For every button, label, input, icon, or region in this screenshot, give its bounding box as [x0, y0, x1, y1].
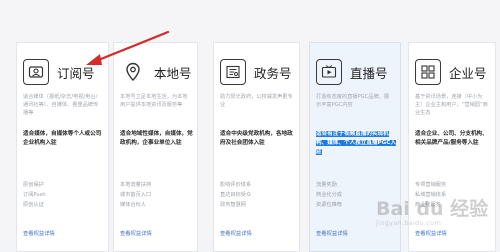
tv-play-icon — [316, 59, 342, 85]
baidu-watermark: Bai du 经验 jingyan.baidu.com — [376, 194, 488, 227]
card-local[interactable]: 本地号 本地号立足本地生活，为本地用户提供本地资讯及服务等 适合地域性媒体，自媒… — [113, 42, 198, 252]
card-title: 企业号 — [449, 65, 487, 81]
feature-item: 本地流量扶持 — [120, 182, 152, 188]
feature-item: 直达目标受众 — [220, 192, 252, 198]
card-header: 直播号 — [316, 57, 388, 87]
feature-item: 城市首页入口 — [120, 192, 152, 198]
card-feature-list: 影响评价体系 直达目标受众 政务智慧网 — [220, 180, 293, 210]
feature-item: 原创认证 — [23, 202, 44, 208]
view-benefits-link[interactable]: 查看权益详情 — [23, 229, 55, 237]
view-benefits-link[interactable]: 查看权益详情 — [316, 229, 348, 237]
card-title: 直播号 — [350, 65, 388, 81]
grid-apps-icon — [415, 59, 441, 85]
card-header: 订阅号 — [23, 57, 95, 87]
card-suitable-text: 适合中央级党政机构，各地政府及社会团体入驻 — [220, 131, 293, 146]
card-suitable-text: 适合有注于视频直播的实现机构、媒体、个人独立直播PGC入驻 — [316, 130, 396, 157]
watermark-brand: Bai du 经验 — [376, 198, 489, 220]
feature-item: 政务智慧网 — [220, 202, 246, 208]
feature-item: 流量奖励 — [316, 182, 337, 188]
feature-item: 媒体合伙人 — [120, 202, 146, 208]
card-header: 本地号 — [120, 57, 192, 87]
card-title: 本地号 — [154, 65, 192, 81]
card-description: 助力阳光政府，公权威发声更专业 — [220, 94, 293, 108]
card-description: 打造有态度的直播PGC品牌，展示丰富PGC内容 — [316, 94, 390, 108]
account-type-selection: 订阅号 适合媒体（报纸/杂志/电视/电台/通讯社等）、自媒体、看重品牌传播等 适… — [0, 0, 500, 252]
location-pin-icon — [120, 59, 146, 85]
government-doc-icon — [220, 59, 246, 85]
view-benefits-link[interactable]: 查看权益详情 — [120, 229, 152, 237]
feature-item: 原创保护 — [23, 182, 44, 188]
card-subscription[interactable]: 订阅号 适合媒体（报纸/杂志/电视/电台/通讯社等）、自媒体、看重品牌传播等 适… — [16, 42, 109, 252]
card-header: 政务号 — [220, 57, 292, 87]
highlighted-selection: 适合有注于视频直播的实现机构、媒体、个人独立直播PGC入驻 — [316, 131, 396, 155]
card-title: 订阅号 — [57, 65, 95, 81]
card-suitable-text: 适合企业、公司、分支机构、相关品牌产品/服务等入驻 — [415, 131, 488, 146]
card-feature-list: 本地流量扶持 城市首页入口 媒体合伙人 — [120, 180, 191, 210]
card-header: 企业号 — [415, 57, 487, 87]
card-description: 基于资讯场景，连接（中小为主）企业主和用户，“营销园”商业生态 — [415, 94, 488, 116]
view-benefits-link[interactable]: 查看权益详情 — [415, 229, 447, 237]
person-id-icon — [23, 59, 49, 85]
view-benefits-link[interactable]: 查看权益详情 — [220, 229, 252, 237]
card-description: 本地号立足本地生活，为本地用户提供本地资讯及服务等 — [120, 94, 188, 108]
feature-item: 专项营销服务 — [415, 182, 447, 188]
card-suitable-text: 适合地域性媒体，自媒体，党政机构，企事业单位入驻 — [120, 131, 193, 146]
card-suitable-text: 适合媒体，自媒体等个人或公司企业机构入驻 — [23, 131, 102, 146]
card-title: 政务号 — [254, 65, 292, 81]
card-feature-list: 原创保护 订阅Push 原创认证 — [23, 180, 102, 210]
card-description: 适合媒体（报纸/杂志/电视/电台/通讯社等）、自媒体、看重品牌传播等 — [23, 94, 99, 116]
feature-item: 影响评价体系 — [220, 182, 252, 188]
card-government[interactable]: 政务号 助力阳光政府，公权威发声更专业 适合中央级党政机构，各地政府及社会团体入… — [213, 42, 300, 252]
feature-item: 订阅Push — [23, 192, 46, 198]
